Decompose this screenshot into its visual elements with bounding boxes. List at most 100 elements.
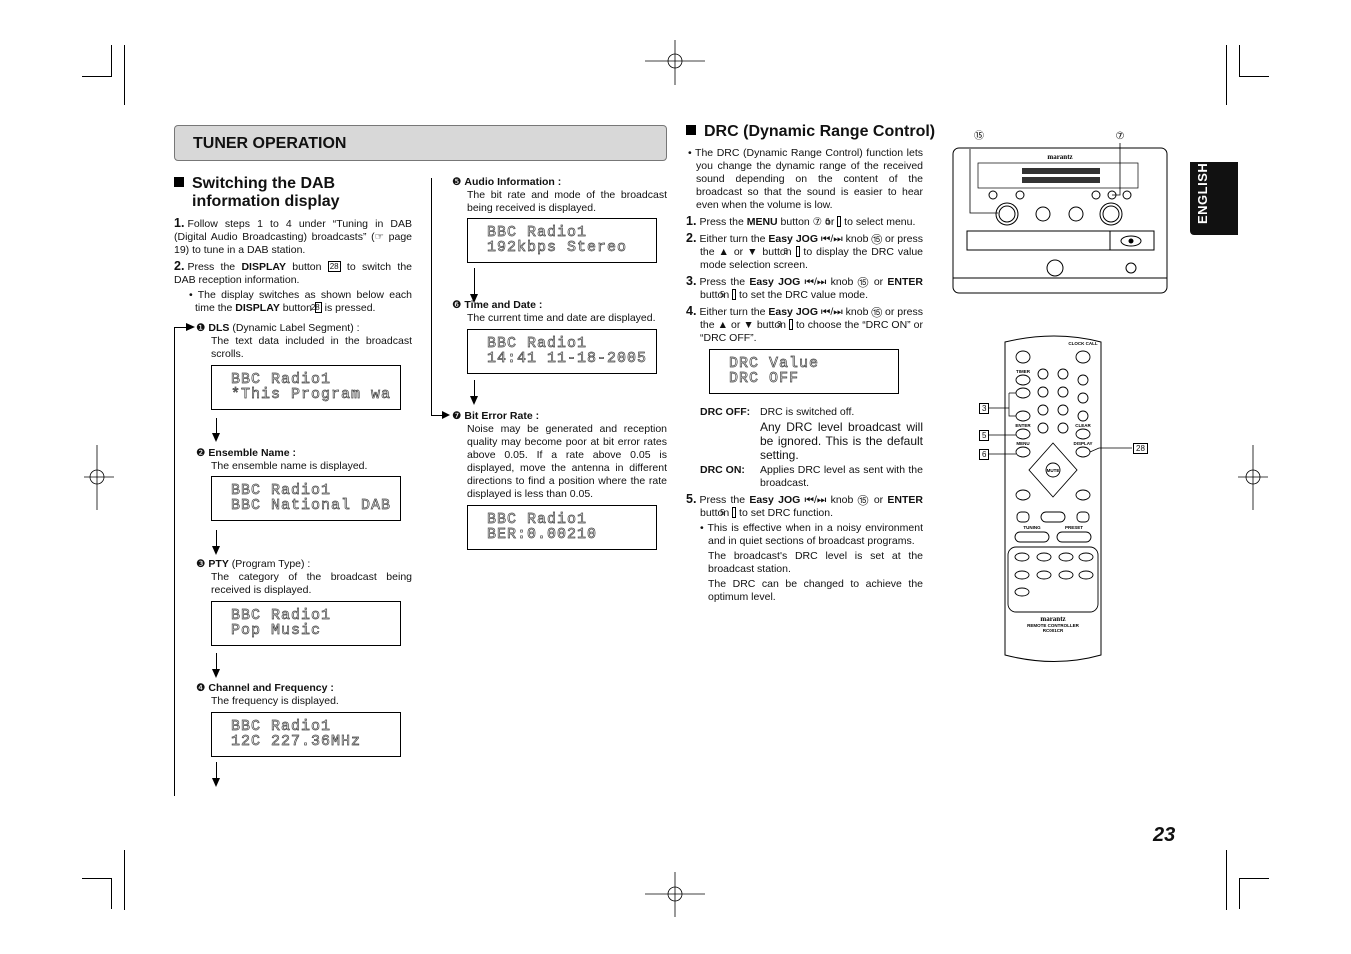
loop-line [174, 327, 175, 796]
lcd-line: 12C 227.36MHz [231, 733, 362, 750]
step-1: 1. Follow steps 1 to 4 under “Tuning in D… [174, 217, 412, 257]
registration-mark [84, 445, 114, 510]
display-mode-description: The current time and date are displayed. [467, 312, 656, 324]
language-tab: ENGLISH [1190, 162, 1238, 235]
crop-mark [1226, 850, 1227, 910]
bold-term: Easy JOG [749, 276, 801, 288]
arrow-right-icon [442, 411, 450, 419]
registration-mark [645, 40, 705, 85]
brand-logo: marantz [1047, 153, 1072, 161]
mode-number: ❸ [196, 558, 206, 570]
text-run: Press the [699, 494, 750, 506]
crop-mark [1239, 878, 1269, 879]
lcd-line: BER:0.00210 [487, 526, 598, 543]
drc-on-text: Applies DRC level as sent with the broad… [760, 464, 923, 489]
registration-mark [645, 872, 705, 917]
text-run: Press the [699, 216, 747, 228]
flow-line [474, 380, 475, 397]
flow-line [216, 530, 217, 547]
mode-number: ❷ [196, 447, 206, 459]
callout-15: ⑮ [974, 130, 984, 142]
lcd-display: BBC Radio1 *This Program wa [211, 365, 401, 410]
label-menu: MENU [1016, 441, 1029, 446]
callout-7: ⑦ [1116, 131, 1125, 142]
arrow-down-icon [212, 669, 220, 678]
bullet-square-icon [174, 177, 184, 187]
drc-lcd-display: DRC Value DRC OFF [709, 349, 899, 394]
subsection-heading: Switching the DAB information display [174, 175, 340, 211]
text-run: ⏮/⏭ knob ⑮ or [800, 276, 888, 288]
drc-note: • This is effective when in a noisy envi… [700, 522, 923, 547]
lcd-line: DRC OFF [729, 370, 800, 387]
arrow-down-icon [212, 778, 220, 787]
bold-term: Audio Information : [464, 176, 562, 188]
label-mute: MUTE [1047, 468, 1060, 473]
receiver-front-panel-illustration: marantz ⑮ ⑦ [952, 130, 1168, 294]
label-enter: ENTER [1015, 423, 1031, 428]
remote-model: RC001CR [1043, 628, 1064, 633]
lcd-display: BBC Radio1 14:41 11-18-2005 [467, 329, 657, 374]
display-mode-description: The bit rate and mode of the broadcast b… [467, 189, 667, 214]
step-number: 5. [686, 492, 697, 506]
display-mode-description: The text data included in the broadcast … [211, 335, 412, 360]
label-timer: TIMER [1016, 369, 1031, 374]
display-mode-title: ❶ DLS (Dynamic Label Segment) : [196, 322, 360, 335]
lcd-line: Pop Music [231, 622, 322, 639]
crop-mark [124, 850, 125, 910]
mode-number: ❺ [452, 176, 462, 188]
label-preset: PRESET [1065, 525, 1083, 530]
step-number: 4. [686, 304, 697, 318]
flow-line [216, 418, 217, 434]
display-mode-title: ❺ Audio Information : [452, 176, 561, 189]
bold-term: Ensemble Name : [208, 447, 296, 459]
flow-line [216, 653, 217, 670]
lcd-display: BBC Radio1 192kbps Stereo [467, 218, 657, 263]
lcd-display: BBC Radio1 12C 227.36MHz [211, 712, 401, 757]
drc-step-5: 5. Press the Easy JOG ⏮/⏭ knob ⑮ or ENTER… [686, 493, 923, 520]
step-number: 3. [686, 274, 697, 288]
text-run: button [279, 302, 315, 314]
text-run: Either turn the [699, 306, 769, 318]
flow-line [216, 762, 217, 779]
bullet-square-icon [686, 125, 696, 135]
display-mode-title: ❸ PTY (Program Type) : [196, 558, 310, 571]
text-run: (Dynamic Label Segment) : [229, 322, 360, 334]
arrow-down-icon [470, 396, 478, 405]
text-run: button [285, 261, 328, 273]
crop-mark [111, 45, 112, 76]
heading-line: Switching the DAB [192, 175, 336, 192]
label-clock-call: CLOCK CALL [1068, 341, 1097, 346]
registration-mark [1238, 445, 1268, 510]
bold-term: Easy JOG [749, 494, 801, 506]
step-number: 1. [174, 216, 185, 230]
drc-step-2: 2. Either turn the Easy JOG ⏮/⏭ knob ⑮ or… [686, 232, 923, 272]
lcd-line: 14:41 11-18-2005 [487, 350, 648, 367]
crop-mark [82, 878, 112, 879]
bold-term: DISPLAY [235, 302, 280, 314]
display-mode-description: The category of the broadcast being rece… [211, 571, 412, 596]
brand-logo: marantz [1040, 615, 1065, 623]
drc-off-text: DRC is switched off. [760, 406, 855, 418]
callout-3: 3 [979, 403, 990, 414]
bold-term: ENTER [887, 276, 923, 288]
crop-mark [1239, 45, 1240, 76]
drc-heading-text: DRC (Dynamic Range Control) [704, 123, 936, 140]
remote-control-illustration: CLOCK CALL TIMER ENTER CLEAR MENU DISPLA… [989, 335, 1132, 662]
bold-term: Bit Error Rate : [464, 410, 540, 422]
text-run: Press the [187, 261, 242, 273]
display-mode-title: ❻ Time and Date : [452, 299, 542, 312]
text-run: button [700, 507, 733, 519]
boxed-reference-number: 28 [327, 261, 341, 272]
bold-term: Time and Date : [464, 299, 543, 311]
step-number: 1. [686, 214, 697, 228]
label-display: DISPLAY [1073, 441, 1092, 446]
text-run: ⏮/⏭ knob ⑮ or [800, 494, 888, 506]
text-run: Press the [699, 276, 750, 288]
arrow-down-icon [212, 433, 220, 442]
crop-mark [124, 45, 125, 105]
mode-number: ❻ [452, 299, 462, 311]
crop-mark [82, 76, 112, 77]
step-number: 2. [686, 231, 697, 245]
lcd-line: 192kbps Stereo [487, 239, 628, 256]
drc-heading: DRC (Dynamic Range Control) [686, 123, 935, 141]
